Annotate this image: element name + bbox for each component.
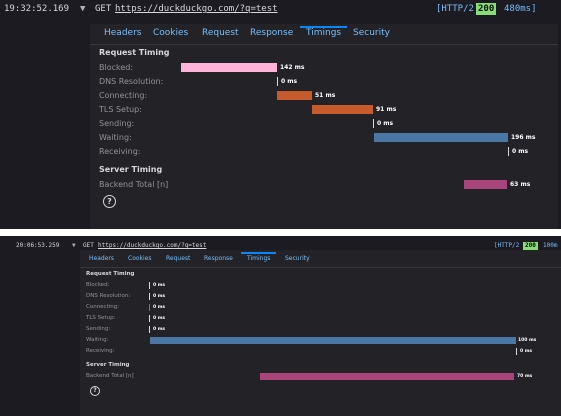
tab-headers[interactable]: Headers [89, 255, 114, 262]
help-icon[interactable]: ? [103, 195, 116, 208]
server-timing-value-backend: 70 ms [517, 374, 533, 379]
timing-label-sending: Sending: [99, 119, 135, 128]
timing-value-dns: 0 ms [281, 78, 298, 85]
timing-label-waiting: Waiting: [86, 337, 109, 343]
timing-bar-blocked [181, 63, 277, 72]
timing-value-tls: 0 ms [153, 316, 166, 321]
tab-cookies[interactable]: Cookies [153, 28, 188, 38]
server-timing-label-backend: Backend Total [n] [86, 373, 134, 379]
request-timestamp: 19:32:52.169 [4, 4, 70, 14]
request-timestamp: 20:06:53.259 [16, 242, 60, 249]
tab-security[interactable]: Security [285, 255, 310, 262]
status-badge: 200 [476, 3, 497, 15]
timing-label-dns: DNS Resolution: [99, 77, 164, 86]
request-summary-row[interactable]: 19:32:52.169 ▼ GET https://duckduckgo.co… [0, 0, 561, 18]
timing-label-connecting: Connecting: [86, 304, 120, 310]
timing-bar-tls [149, 315, 150, 322]
timing-label-receiving: Receiving: [86, 348, 115, 354]
help-icon[interactable]: ? [90, 386, 100, 396]
timing-label-blocked: Blocked: [99, 63, 134, 72]
timing-bar-sending [373, 119, 374, 128]
timing-bar-sending [149, 326, 150, 333]
server-timing-bar-backend [260, 373, 514, 380]
server-timing-label-backend: Backend Total [n] [99, 180, 169, 189]
server-timing-heading: Server Timing [99, 165, 163, 174]
server-timing-value-backend: 63 ms [510, 181, 531, 188]
timing-bar-dns [277, 77, 278, 86]
tab-request[interactable]: Request [202, 28, 239, 38]
selected-tab-indicator [241, 252, 277, 254]
timing-value-receiving: 0 ms [512, 148, 529, 155]
request-timing-heading: Request Timing [99, 48, 170, 57]
request-duration: 480ms] [504, 4, 537, 14]
details-tabs: Headers Cookies Request Response Timings… [90, 24, 558, 45]
timing-label-blocked: Blocked: [86, 282, 110, 288]
timing-value-connecting: 51 ms [315, 92, 336, 99]
details-pane: Headers Cookies Request Response Timings… [80, 250, 561, 416]
collapse-toggle-icon[interactable]: ▼ [72, 236, 76, 256]
request-panel-2: 20:06:53.259 ▼ GET https://duckduckgo.co… [0, 236, 561, 416]
timing-bar-blocked [149, 282, 150, 289]
server-timing-bar-backend [464, 180, 507, 189]
timing-value-blocked: 142 ms [280, 64, 305, 71]
timing-bar-connecting [277, 91, 312, 100]
tab-timings[interactable]: Timings [241, 252, 277, 262]
server-timing-heading: Server Timing [86, 362, 130, 368]
timing-label-connecting: Connecting: [99, 91, 148, 100]
left-gutter [0, 18, 88, 229]
selected-tab-indicator [300, 26, 348, 28]
timing-bar-dns [149, 293, 150, 300]
timing-label-waiting: Waiting: [99, 133, 132, 142]
request-panel-1: 19:32:52.169 ▼ GET https://duckduckgo.co… [0, 0, 561, 229]
tab-cookies[interactable]: Cookies [128, 255, 152, 262]
tab-request[interactable]: Request [166, 255, 190, 262]
details-tabs: Headers Cookies Request Response Timings… [80, 250, 561, 268]
request-timing-heading: Request Timing [86, 271, 135, 277]
timing-label-tls: TLS Setup: [99, 105, 142, 114]
timing-label-receiving: Receiving: [99, 147, 141, 156]
collapse-toggle-icon[interactable]: ▼ [80, 0, 85, 18]
request-url[interactable]: https://duckduckgo.com/?q=test [115, 0, 278, 18]
timing-value-sending: 0 ms [153, 327, 166, 332]
tab-headers[interactable]: Headers [104, 28, 141, 38]
tab-response[interactable]: Response [250, 28, 293, 38]
left-gutter [0, 256, 80, 416]
timing-label-sending: Sending: [86, 326, 111, 332]
timing-bar-tls [312, 105, 373, 114]
timing-value-receiving: 0 ms [520, 349, 533, 354]
timing-value-waiting: 100 ms [518, 338, 537, 343]
http-version: [HTTP/2 [436, 4, 474, 14]
timing-bar-waiting [150, 337, 516, 344]
timing-bar-waiting [374, 133, 508, 142]
timing-value-sending: 0 ms [377, 120, 394, 127]
details-pane: Headers Cookies Request Response Timings… [90, 24, 558, 229]
timing-bar-connecting [149, 304, 150, 311]
timing-value-tls: 91 ms [376, 106, 397, 113]
timing-label-dns: DNS Resolution: [86, 293, 131, 299]
tab-response[interactable]: Response [204, 255, 233, 262]
status-badge: 200 [523, 242, 538, 250]
timing-value-connecting: 0 ms [153, 305, 166, 310]
timing-value-blocked: 0 ms [153, 283, 166, 288]
tab-timings-label: Timings [247, 255, 271, 262]
tab-timings[interactable]: Timings [300, 26, 348, 38]
timing-value-dns: 0 ms [153, 294, 166, 299]
tab-security[interactable]: Security [353, 28, 390, 38]
timing-bar-receiving [516, 348, 517, 355]
timing-label-tls: TLS Setup: [86, 315, 116, 321]
tab-timings-label: Timings [306, 28, 342, 38]
timing-bar-receiving [508, 147, 509, 156]
timing-value-waiting: 196 ms [511, 134, 536, 141]
request-method: GET [95, 4, 112, 14]
